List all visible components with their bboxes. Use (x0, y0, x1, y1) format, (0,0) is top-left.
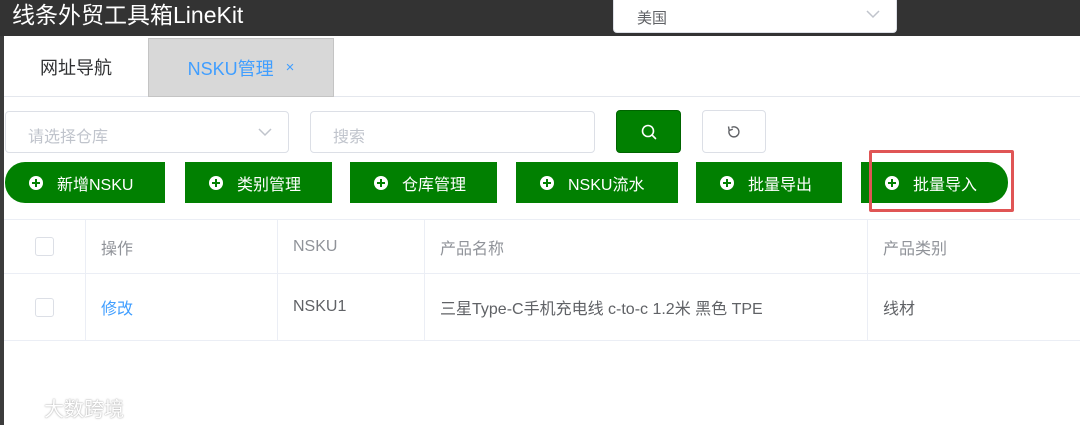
plus-circle-icon (209, 175, 223, 190)
chevron-down-icon (866, 10, 880, 19)
top-bar: 线条外贸工具箱LineKit (0, 0, 1080, 36)
country-select[interactable]: 美国 (613, 0, 897, 33)
close-icon[interactable]: × (286, 59, 295, 76)
nsku-table: 操作 NSKU 产品名称 产品类别 修改 NSKU1 三星Type-C手机充电线… (4, 219, 1080, 341)
column-header: 产品名称 (425, 220, 868, 273)
country-select-value: 美国 (637, 10, 668, 27)
search-button[interactable] (616, 110, 681, 153)
row-checkbox[interactable] (35, 297, 54, 317)
column-header: 操作 (86, 220, 278, 273)
product-category-cell: 线材 (883, 301, 916, 318)
refresh-icon (727, 125, 740, 138)
add-nsku-button[interactable]: 新增NSKU (5, 162, 165, 203)
reset-button[interactable] (702, 110, 766, 153)
tab-url-navigation[interactable]: 网址导航 (4, 36, 148, 97)
table-header-row: 操作 NSKU 产品名称 产品类别 (4, 219, 1080, 274)
warehouse-select-placeholder: 请选择仓库 (28, 129, 109, 146)
watermark-logo-icon (12, 399, 38, 417)
header-checkbox-cell (4, 220, 86, 273)
app-title: 线条外贸工具箱LineKit (12, 2, 244, 28)
button-label: NSKU流水 (568, 176, 645, 194)
watermark: 大数跨境 (10, 393, 124, 422)
action-cell: 修改 (86, 274, 278, 340)
plus-circle-icon (540, 175, 554, 190)
plus-circle-icon (29, 175, 43, 190)
button-label: 批量导出 (748, 176, 813, 194)
row-checkbox-cell (4, 274, 86, 340)
category-management-button[interactable]: 类别管理 (185, 162, 332, 203)
nsku-cell: NSKU1 (278, 274, 425, 340)
button-label: 仓库管理 (402, 176, 467, 194)
button-label: 类别管理 (237, 176, 302, 194)
search-input[interactable]: 搜索 (310, 111, 595, 153)
highlight-annotation (869, 150, 1014, 212)
bulk-export-button[interactable]: 批量导出 (696, 162, 842, 203)
warehouse-select[interactable]: 请选择仓库 (5, 111, 289, 153)
column-header: 产品类别 (883, 240, 948, 258)
chevron-down-icon (258, 128, 272, 137)
button-label: 新增NSKU (57, 176, 134, 194)
nsku-flow-button[interactable]: NSKU流水 (516, 162, 678, 203)
plus-circle-icon (720, 175, 734, 190)
search-icon (641, 124, 656, 139)
search-input-placeholder: 搜索 (333, 129, 366, 146)
select-all-checkbox[interactable] (35, 237, 54, 256)
table-row: 修改 NSKU1 三星Type-C手机充电线 c-to-c 1.2米 黑色 TP… (4, 274, 1080, 341)
product-name-cell: 三星Type-C手机充电线 c-to-c 1.2米 黑色 TPE (425, 274, 868, 340)
warehouse-management-button[interactable]: 仓库管理 (350, 162, 497, 203)
watermark-text: 大数跨境 (44, 399, 124, 421)
edit-link[interactable]: 修改 (101, 295, 133, 319)
plus-circle-icon (374, 175, 388, 190)
tab-label: NSKU管理 (187, 58, 274, 79)
tab-nsku-management[interactable]: NSKU管理 × (148, 38, 334, 97)
tab-label: 网址导航 (40, 57, 112, 78)
column-header: NSKU (278, 220, 425, 273)
